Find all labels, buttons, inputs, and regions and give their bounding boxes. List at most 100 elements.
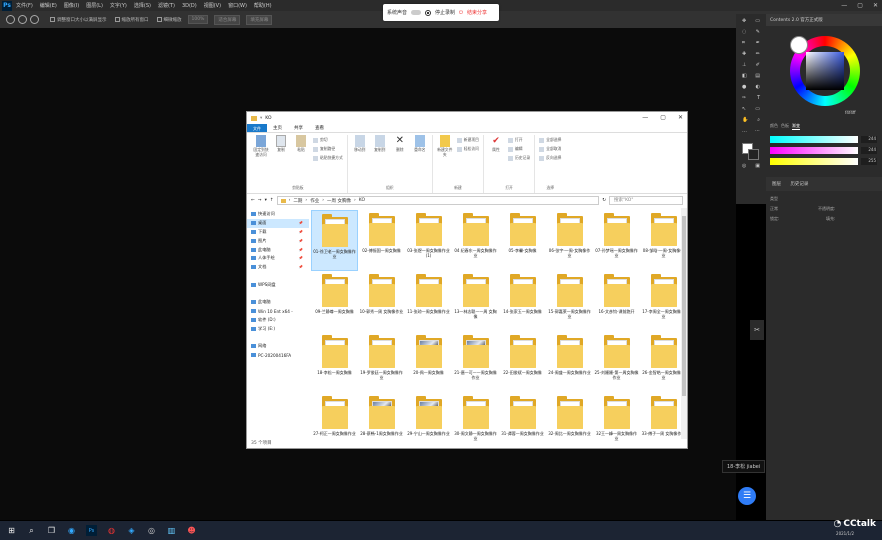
folder-item[interactable]: 07-孙梦瑶—周女胸像作业	[593, 210, 640, 271]
folder-item[interactable]: 06-张宇-一周-女胸像作业	[546, 210, 593, 271]
extra-tool-row[interactable]: … ⋯	[742, 128, 760, 137]
tab-share[interactable]: 共享	[288, 124, 309, 132]
nav-item[interactable]: 此电脑 📌	[247, 245, 309, 254]
folder-item[interactable]: 29-宁山—周女胸像作业	[405, 393, 452, 454]
select-all-button[interactable]: 全部选择	[539, 137, 561, 143]
stamp-icon[interactable]: ⊥	[742, 62, 746, 71]
pin-button[interactable]: 固定到快速访问	[253, 135, 269, 161]
slider-g-value[interactable]: 244	[861, 147, 877, 154]
app-icon[interactable]: ◈	[126, 525, 137, 536]
slider-b[interactable]	[770, 158, 858, 165]
invert-selection-button[interactable]: 反向选择	[539, 155, 561, 161]
close-icon[interactable]: ✕	[873, 0, 878, 11]
folder-item[interactable]: 11-张琼—周女胸像作业	[405, 271, 452, 332]
dodge-icon[interactable]: ◐	[756, 84, 760, 93]
new-folder-button[interactable]: 新建文件夹	[437, 135, 453, 157]
copy-button[interactable]: 复制	[273, 135, 289, 161]
zoom-out-icon[interactable]	[30, 15, 39, 24]
edit-toolbar-icon[interactable]: ⋯	[755, 128, 760, 137]
brush-icon[interactable]: ✏	[756, 51, 760, 60]
path-select-icon[interactable]: ↖	[742, 106, 746, 115]
folder-item[interactable]: 27-柯正—周女胸像作业	[311, 393, 358, 454]
pen-icon[interactable]: ✑	[742, 95, 746, 104]
history-button[interactable]: 历史记录	[508, 155, 530, 161]
end-share-button[interactable]: 结束分享	[467, 9, 487, 16]
stop-record-icon[interactable]	[425, 9, 432, 16]
explorer-taskbar-icon[interactable]: ▥	[166, 525, 177, 536]
folder-item[interactable]: 32王一峰—周女胸像作业	[593, 393, 640, 454]
folder-item[interactable]: 08-邹晗-一周-女胸像作业	[640, 210, 687, 271]
tab-file[interactable]: 文件	[247, 124, 267, 132]
fit-screen-button[interactable]: 适合屏幕	[214, 14, 241, 25]
slider-r[interactable]	[770, 136, 858, 143]
browser-icon[interactable]: ◉	[66, 525, 77, 536]
hand-tool-row[interactable]: ✋ ⌕	[742, 117, 760, 126]
zoom-in-icon[interactable]	[18, 15, 27, 24]
folder-item[interactable]: 17-李周全—周女胸像作业	[640, 271, 687, 332]
folder-item[interactable]: 09-兰静尊—周女胸像	[311, 271, 358, 332]
task-view-icon[interactable]: ❐	[46, 525, 57, 536]
nav-item[interactable]: 下载 📌	[247, 228, 309, 237]
move-tool-row[interactable]: ✥ ▭	[742, 18, 760, 27]
crop-icon[interactable]: ⌗	[742, 40, 745, 49]
vertical-scrollbar[interactable]	[681, 208, 687, 439]
cut-button[interactable]: 剪切	[313, 137, 343, 143]
forward-arrow-icon[interactable]: →	[258, 198, 262, 203]
pin-icon[interactable]: 📌	[299, 248, 303, 252]
power-icon[interactable]: ⏻	[459, 10, 463, 16]
pen-tool-row[interactable]: ✑ T	[742, 95, 760, 104]
zoom-100-button[interactable]: 100%	[187, 15, 209, 24]
explorer-maximize-icon[interactable]: ▢	[660, 114, 666, 121]
edit-button[interactable]: 编辑	[508, 146, 530, 152]
nav-item[interactable]: 学习 (E:)	[247, 324, 309, 333]
brush-tool-row[interactable]: ✚ ✏	[742, 51, 760, 60]
slider-g[interactable]	[770, 147, 858, 154]
folder-item[interactable]: 18-李松—周女胸像	[311, 332, 358, 393]
folder-item[interactable]: 02-傅振国一周女胸像	[358, 210, 405, 271]
nav-item[interactable]	[247, 289, 309, 298]
slider-tab-color[interactable]: 颜色	[770, 123, 778, 130]
chat-icon[interactable]: ☰	[738, 487, 756, 505]
stamp-tool-row[interactable]: ⊥ ✐	[742, 62, 760, 71]
scissors-icon[interactable]: ✂	[750, 320, 764, 340]
zoom-tool-icon[interactable]	[6, 15, 15, 24]
lasso-tool-row[interactable]: ◌ ✎	[742, 29, 760, 38]
folder-item[interactable]: 30-周文静—周女胸像作业	[452, 393, 499, 454]
more-tools-icon[interactable]: …	[742, 128, 747, 137]
paste-shortcut-button[interactable]: 粘贴快捷方式	[313, 155, 343, 161]
menu-file[interactable]: 文件(F)	[16, 2, 33, 9]
menu-window[interactable]: 窗口(W)	[228, 2, 247, 9]
shape-icon[interactable]: ▭	[755, 106, 760, 115]
lasso-icon[interactable]: ◌	[742, 29, 746, 38]
mask-tool-row[interactable]: ◎ ▣	[742, 163, 760, 172]
screen-mode-icon[interactable]: ▣	[755, 163, 760, 172]
scrollbar-thumb[interactable]	[682, 216, 686, 396]
rename-button[interactable]: 重命名	[412, 135, 428, 153]
file-list-area[interactable]: 01-徐卫老一周女胸像作业 02-傅振国一周女胸像 03-张煜一周女胸像作业(1) 0…	[309, 208, 687, 441]
folder-item[interactable]: 19-罗俊廷—周女胸像作业	[358, 332, 405, 393]
fg-bg-color-swatches[interactable]	[742, 143, 760, 161]
history-brush-icon[interactable]: ✐	[756, 62, 760, 71]
folder-item[interactable]: 32-周比—周女胸像作业	[546, 393, 593, 454]
blend-mode-label[interactable]: 正常	[770, 206, 778, 212]
open-button[interactable]: 打开	[508, 137, 530, 143]
tab-home[interactable]: 主页	[267, 124, 288, 132]
pin-icon[interactable]: 📌	[299, 256, 303, 260]
folder-item[interactable]: 21-唐—可——周女胸像作业	[452, 332, 499, 393]
breadcrumb-1[interactable]: 二期	[293, 198, 302, 204]
minimize-icon[interactable]: —	[841, 0, 847, 11]
breadcrumb-4[interactable]: KO	[359, 198, 365, 203]
nav-item[interactable]: 桌面 📌	[247, 218, 309, 228]
folder-item[interactable]: 05-李馨-女胸像	[499, 210, 546, 271]
search-icon[interactable]: ⌕	[26, 525, 37, 536]
nav-item[interactable]: 网络	[247, 342, 309, 351]
netease-icon[interactable]: ◍	[106, 525, 117, 536]
pin-icon[interactable]: 📌	[299, 239, 303, 243]
gradient-icon[interactable]: ▤	[755, 73, 760, 82]
nav-item[interactable]: 快速访问	[247, 210, 309, 219]
search-input[interactable]: 搜索"KO"	[609, 196, 683, 205]
scrubby-zoom-checkbox[interactable]	[156, 17, 162, 22]
color-square[interactable]	[806, 52, 844, 90]
nav-item[interactable]: 人体手绘 📌	[247, 254, 309, 263]
nav-item[interactable]: PC-20200416FA	[247, 351, 309, 360]
